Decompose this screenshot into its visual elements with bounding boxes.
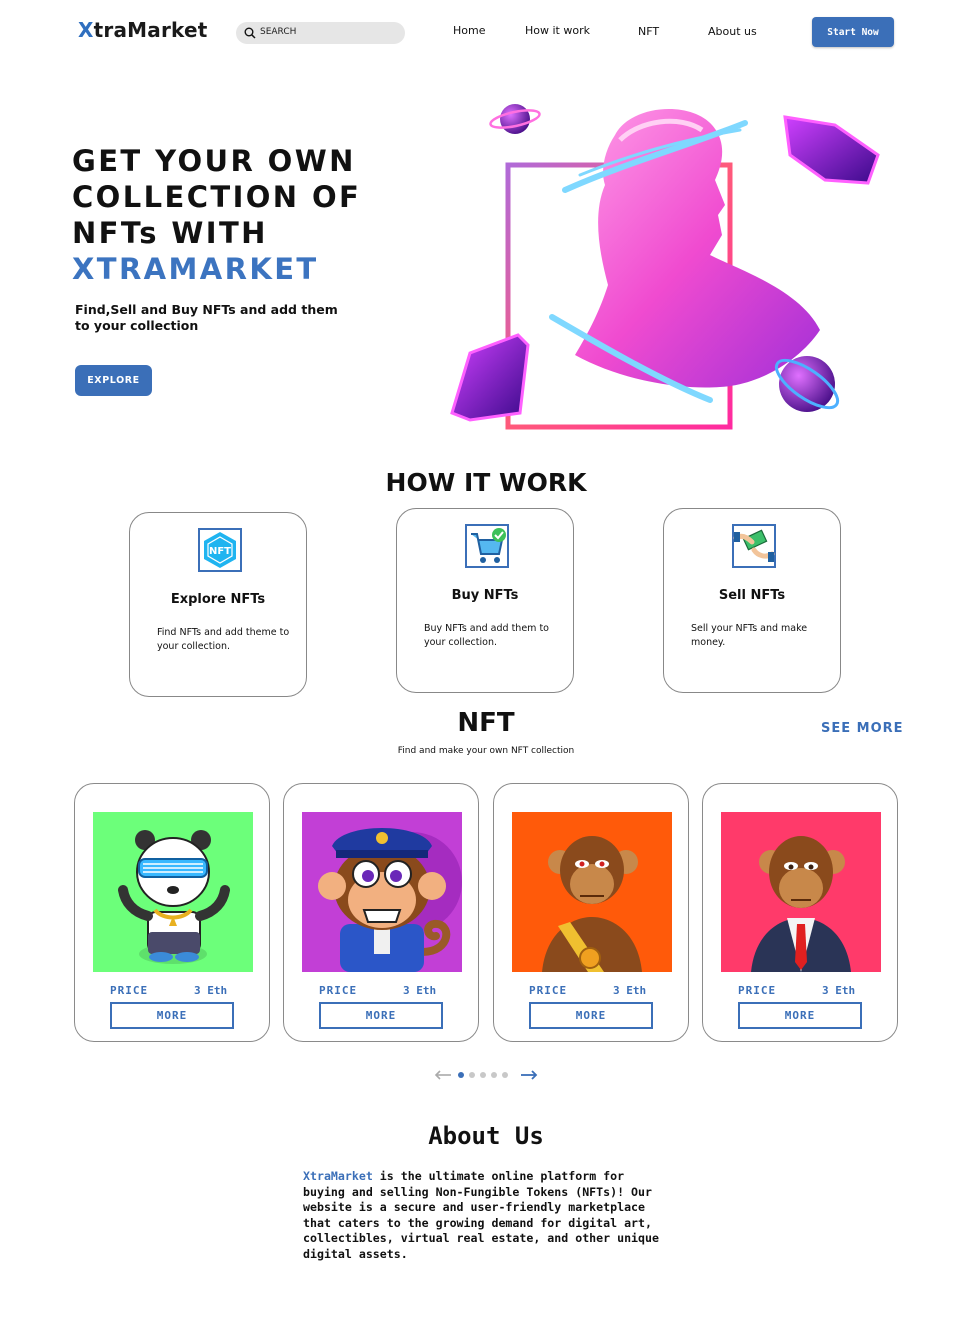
see-more-link[interactable]: SEE MORE [821, 721, 904, 736]
hero-title-brand: XTRAMARKET [72, 252, 319, 286]
how-card-desc: Buy NFTs and add them to your collection… [424, 623, 549, 648]
ape-sash-nft-art [512, 812, 672, 972]
nft-image[interactable] [721, 812, 881, 972]
arrow-right-icon[interactable] [520, 1070, 538, 1080]
hero-statue-illustration [450, 104, 880, 430]
price-label: PRICE [738, 984, 777, 997]
more-button[interactable]: MORE [529, 1002, 653, 1029]
explore-button[interactable]: EXPLORE [75, 365, 152, 396]
start-now-button[interactable]: Start Now [812, 17, 894, 47]
about-title: About Us [428, 1122, 544, 1150]
nft-card[interactable]: PRICE 3 Eth MORE [74, 783, 270, 1042]
how-card-title: Sell NFTs [718, 588, 786, 603]
search-placeholder: SEARCH [260, 27, 297, 37]
nft-image[interactable] [302, 812, 462, 972]
search-input[interactable]: SEARCH [236, 22, 405, 44]
how-card-sell[interactable]: Sell NFTs Sell your NFTs and make money. [663, 508, 841, 693]
police-monkey-nft-art [302, 812, 462, 972]
price-value: 3 Eth [822, 984, 856, 997]
nft-card[interactable]: PRICE 3 Eth MORE [283, 783, 479, 1042]
price-value: 3 Eth [613, 984, 647, 997]
nft-card[interactable]: PRICE 3 Eth MORE [702, 783, 898, 1042]
pager-dot[interactable] [491, 1072, 497, 1078]
more-button[interactable]: MORE [110, 1002, 234, 1029]
how-card-explore[interactable]: NFT Explore NFTs Find NFTs and add theme… [129, 512, 307, 697]
about-brand: XtraMarket [303, 1169, 373, 1183]
pager-dot[interactable] [469, 1072, 475, 1078]
svg-text:NFT: NFT [209, 546, 231, 557]
about-text: XtraMarket is the ultimate online platfo… [303, 1169, 669, 1263]
arrow-left-icon[interactable] [434, 1070, 452, 1080]
how-it-work-title: HOW IT WORK [385, 468, 587, 497]
nft-image[interactable] [93, 812, 253, 972]
nft-image[interactable] [512, 812, 672, 972]
hero-title-line: NFTs WITH [72, 216, 268, 250]
price-value: 3 Eth [403, 984, 437, 997]
how-card-buy[interactable]: Buy NFTs Buy NFTs and add them to your c… [396, 508, 574, 693]
price-label: PRICE [110, 984, 149, 997]
panda-nft-art [93, 812, 253, 972]
nft-section-subtitle: Find and make your own NFT collection [397, 746, 575, 756]
how-card-desc: Sell your NFTs and make money. [691, 623, 808, 648]
hero-title: GET YOUR OWN COLLECTION OF NFTs WITH XTR… [72, 143, 361, 287]
more-button[interactable]: MORE [319, 1002, 443, 1029]
logo[interactable]: XtraMarket [78, 18, 208, 42]
nav-nft[interactable]: NFT [638, 25, 659, 38]
price-value: 3 Eth [194, 984, 228, 997]
how-card-desc: Find NFTs and add theme to your collecti… [157, 627, 290, 652]
nav-home[interactable]: Home [453, 24, 485, 37]
pager-dot[interactable] [458, 1072, 464, 1078]
money-hand-icon [732, 524, 776, 568]
hero-title-line: GET YOUR OWN [72, 144, 356, 178]
nav-about-us[interactable]: About us [708, 25, 757, 38]
pager-dot[interactable] [480, 1072, 486, 1078]
search-icon [244, 27, 256, 39]
how-card-title: Buy NFTs [451, 588, 519, 603]
carousel-pager [434, 1067, 540, 1083]
nav-how-it-work[interactable]: How it work [525, 24, 590, 37]
price-label: PRICE [529, 984, 568, 997]
shopping-cart-icon [465, 524, 509, 568]
logo-text: traMarket [93, 18, 208, 42]
pager-dot[interactable] [502, 1072, 508, 1078]
hero-subtitle: Find,Sell and Buy NFTs and add them to y… [75, 302, 338, 333]
how-card-title: Explore NFTs [170, 592, 266, 607]
ape-suit-nft-art [721, 812, 881, 972]
hero-title-line: COLLECTION OF [72, 180, 362, 214]
logo-accent: X [78, 18, 94, 42]
price-label: PRICE [319, 984, 358, 997]
nft-card[interactable]: PRICE 3 Eth MORE [493, 783, 689, 1042]
more-button[interactable]: MORE [738, 1002, 862, 1029]
nft-badge-icon: NFT [198, 528, 242, 572]
